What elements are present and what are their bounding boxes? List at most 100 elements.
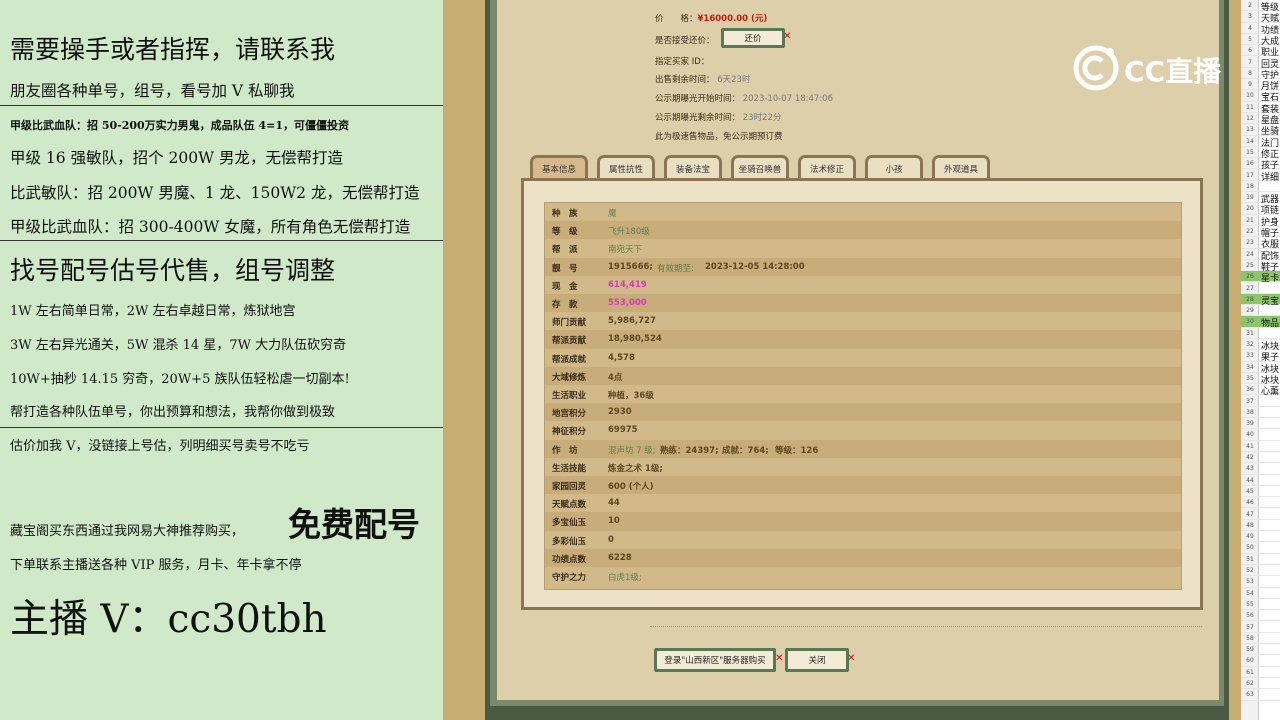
sheet-row-number: 13 <box>1246 126 1254 134</box>
sheet-row[interactable]: 56 <box>1241 610 1280 622</box>
sheet-row[interactable]: 36 心薰 <box>1241 384 1280 397</box>
sheet-row[interactable]: 10 宝石 <box>1241 90 1280 103</box>
promo-line: 10W+抽秒 14.15 穷奇，20W+5 族队伍轻松虐一切副本! <box>10 372 350 387</box>
headline-services: 找号配号估号代售，组号调整 <box>10 256 336 285</box>
sheet-row[interactable]: 9 月饼 <box>1241 79 1280 92</box>
sheet-row[interactable]: 41 <box>1241 441 1280 452</box>
sheet-row[interactable]: 39 <box>1241 418 1280 430</box>
sheet-row[interactable]: 30 物品 <box>1241 316 1280 329</box>
sheet-row[interactable]: 11 套装 <box>1241 102 1280 115</box>
remain-time-value: 6天23时 <box>717 75 751 85</box>
sheet-row-number: 62 <box>1246 680 1254 687</box>
remain-time-row: 出售剩余时间： 6天23时 <box>655 73 750 85</box>
sheet-row-number: 6 <box>1248 47 1252 55</box>
sheet-row[interactable]: 31 <box>1241 328 1280 339</box>
sheet-row-number: 25 <box>1246 261 1254 269</box>
sheet-row-number: 20 <box>1246 205 1254 213</box>
sheet-row[interactable]: 49 <box>1241 531 1280 543</box>
sheet-row[interactable]: 60 <box>1241 655 1280 667</box>
sheet-row[interactable]: 20 项链 <box>1241 203 1280 216</box>
sheet-row[interactable]: 26 星卡 <box>1241 271 1280 284</box>
sheet-row[interactable]: 22 帽子 <box>1241 226 1280 239</box>
sheet-row[interactable]: 28 灵宝 <box>1241 293 1280 307</box>
sheet-row[interactable]: 24 配饰 <box>1241 249 1280 262</box>
sheet-row[interactable]: 2 等级 <box>1241 0 1280 13</box>
close-x-icon: ✕ <box>775 653 784 664</box>
sheet-row-number: 3 <box>1248 13 1252 21</box>
sheet-row[interactable]: 58 <box>1241 633 1280 645</box>
sheet-row[interactable]: 61 <box>1241 667 1280 678</box>
tab-attributes[interactable]: 属性抗性 <box>597 155 655 179</box>
sheet-row-number: 38 <box>1246 408 1254 416</box>
table-row: 现 金 614,419 <box>552 279 647 292</box>
tab-spell-correction[interactable]: 法术修正 <box>798 155 856 179</box>
sheet-row[interactable]: 15 修正 <box>1241 147 1280 160</box>
sheet-row[interactable]: 50 <box>1241 542 1280 554</box>
accept-counter-label: 是否接受还价： <box>655 36 715 46</box>
sheet-row[interactable]: 35 冰块 <box>1241 373 1280 386</box>
sheet-row[interactable]: 13 坐骑 <box>1241 124 1280 137</box>
sheet-row[interactable]: 33 果子 <box>1241 350 1280 363</box>
table-row: 作 坊混声坊 7 级; 熟练：24397; 成就：764; 等级：126 <box>545 439 1181 458</box>
sheet-row[interactable]: 51 <box>1241 554 1280 565</box>
sheet-row[interactable]: 53 <box>1241 576 1280 588</box>
sheet-row-number: 43 <box>1246 465 1254 473</box>
sheet-row[interactable]: 25 鞋子 <box>1241 260 1280 273</box>
sheet-row[interactable]: 27 <box>1241 283 1280 294</box>
sheet-row-number: 36 <box>1246 386 1254 394</box>
sheet-row[interactable]: 19 武器 <box>1241 192 1280 205</box>
sheet-row[interactable]: 5 大成 <box>1241 34 1280 47</box>
sheet-row[interactable]: 6 职业 <box>1241 45 1280 58</box>
sheet-row-number: 54 <box>1246 589 1254 597</box>
sheet-row[interactable]: 37 <box>1241 396 1280 407</box>
sheet-row[interactable]: 48 <box>1241 520 1280 532</box>
promo-line: 3W 左右异光通关，5W 混杀 14 星，7W 大力队伍砍穷奇 <box>10 338 347 353</box>
sheet-row[interactable]: 62 <box>1241 678 1280 690</box>
headline-operator: 需要操手或者指挥，请联系我 <box>10 35 336 64</box>
table-row: 守护之力 白虎1级; <box>552 573 642 583</box>
sheet-row[interactable]: 40 <box>1241 429 1280 441</box>
sheet-row[interactable]: 3 天赋 <box>1241 11 1280 24</box>
sheet-row[interactable]: 12 星盘 <box>1241 113 1280 126</box>
sheet-row-number: 45 <box>1246 487 1254 495</box>
sheet-row[interactable]: 43 <box>1241 463 1280 475</box>
sheet-row[interactable]: 47 <box>1241 509 1280 520</box>
sheet-row[interactable]: 4 功绩 <box>1241 23 1280 36</box>
counter-offer-button[interactable]: 还价 <box>721 28 785 48</box>
sheet-row[interactable]: 57 <box>1241 622 1280 633</box>
sheet-row[interactable]: 55 <box>1241 599 1280 611</box>
sheet-row[interactable]: 46 <box>1241 497 1280 509</box>
sheet-row[interactable]: 14 法门 <box>1241 136 1280 149</box>
sheet-row[interactable]: 59 <box>1241 644 1280 656</box>
sheet-row[interactable]: 45 <box>1241 486 1280 498</box>
sheet-row[interactable]: 8 守护 <box>1241 68 1280 81</box>
table-row: 多宝仙玉 10 <box>545 512 1181 531</box>
sheet-row[interactable]: 34 冰块 <box>1241 362 1280 375</box>
login-server-buy-button[interactable]: 登录"山西新区"服务器购买 <box>654 648 776 672</box>
sheet-row[interactable]: 23 衣服 <box>1241 237 1280 250</box>
tab-basic-info[interactable]: 基本信息 <box>530 155 588 179</box>
sheet-row[interactable]: 16 孩子 <box>1241 158 1280 171</box>
sheet-row[interactable]: 42 <box>1241 452 1280 464</box>
sheet-row[interactable]: 7 回灵 <box>1241 57 1280 70</box>
pub-remain-label: 公示期曝光剩余时间： <box>655 113 741 123</box>
sheet-row[interactable]: 29 <box>1241 305 1280 317</box>
tab-child[interactable]: 小孩 <box>865 155 923 179</box>
sheet-row[interactable]: 21 护身 <box>1241 215 1280 228</box>
sheet-row-number: 8 <box>1248 69 1252 77</box>
tab-appearance[interactable]: 外观道具 <box>932 155 990 179</box>
table-row: 天赋点数 44 <box>552 498 620 511</box>
sheet-row[interactable]: 32 冰块 <box>1241 339 1280 352</box>
tab-equipment[interactable]: 装备法宝 <box>664 155 722 179</box>
table-row: 帮 派南宛天下 <box>552 245 643 256</box>
sheet-row[interactable]: 54 <box>1241 588 1280 599</box>
sheet-row[interactable]: 38 <box>1241 407 1280 419</box>
sheet-row[interactable]: 18 <box>1241 181 1280 193</box>
sheet-row[interactable]: 17 详细 <box>1241 170 1280 183</box>
sheet-row[interactable]: 44 <box>1241 475 1280 486</box>
sheet-row[interactable]: 52 <box>1241 565 1280 577</box>
table-row: 师门贡献 5,986,727 <box>552 316 656 329</box>
sheet-row[interactable]: 63 <box>1241 689 1280 701</box>
close-button[interactable]: 关闭 <box>785 648 849 672</box>
tab-mounts-pets[interactable]: 坐骑召唤兽 <box>731 155 789 179</box>
